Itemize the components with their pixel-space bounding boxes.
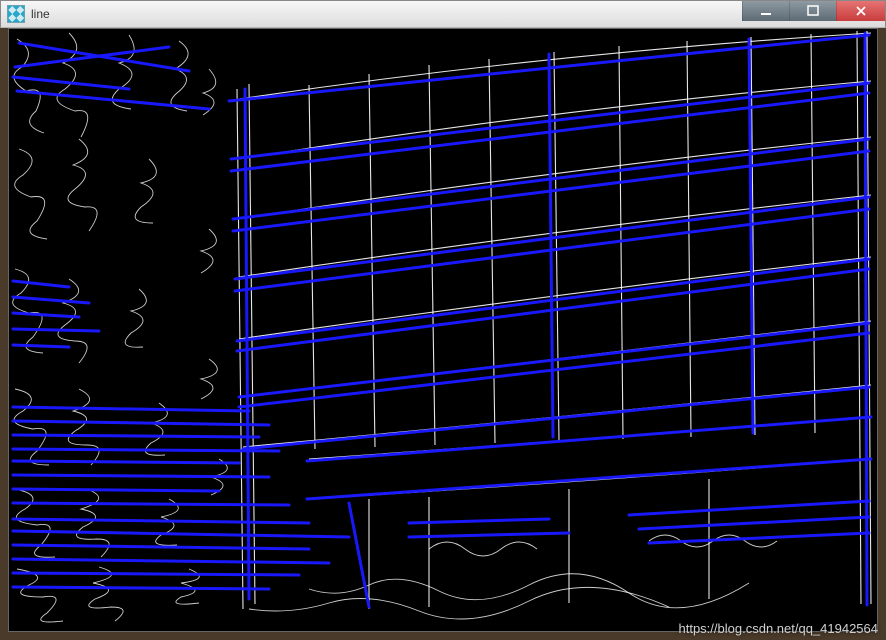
titlebar[interactable]: line: [0, 0, 886, 28]
window-frame: line: [0, 0, 886, 640]
edge-and-line-render: [9, 29, 877, 631]
close-icon: [855, 5, 867, 17]
minimize-icon: [760, 5, 772, 17]
minimize-button[interactable]: [742, 1, 789, 21]
maximize-button[interactable]: [789, 1, 836, 21]
close-button[interactable]: [836, 1, 885, 21]
window-controls: [742, 1, 885, 21]
opencv-icon: [7, 5, 25, 23]
image-viewport: [8, 28, 878, 632]
hough-lines: [13, 33, 871, 607]
maximize-icon: [807, 5, 819, 17]
window-title: line: [31, 7, 50, 21]
canvas: [9, 29, 877, 631]
